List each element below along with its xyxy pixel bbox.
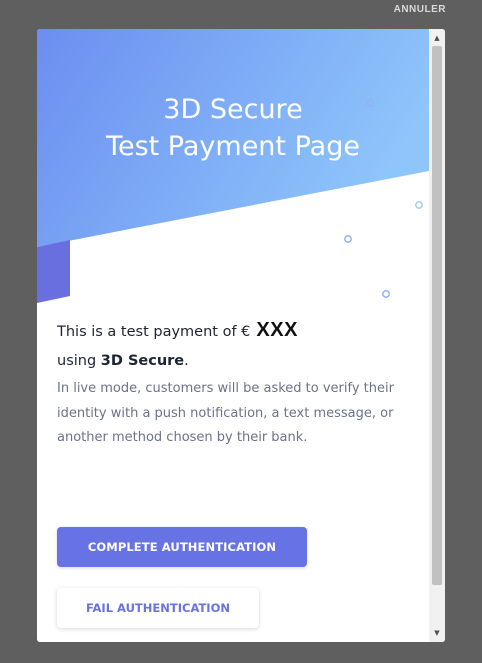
decor-circle: [344, 235, 352, 243]
payment-description: In live mode, customers will be asked to…: [57, 381, 394, 445]
scrollbar-thumb[interactable]: [432, 46, 442, 585]
page-title: 3D Secure Test Payment Page: [37, 91, 429, 165]
lead-suffix: .: [184, 353, 189, 369]
decor-circle: [382, 290, 390, 298]
payment-amount: XXX: [256, 319, 298, 341]
hero-banner: 3D Secure Test Payment Page: [37, 29, 445, 329]
complete-authentication-button[interactable]: COMPLETE AUTHENTICATION: [57, 527, 307, 567]
scroll-down-arrow-icon[interactable]: ▼: [429, 626, 445, 640]
vertical-scrollbar[interactable]: ▲ ▼: [429, 29, 445, 642]
fail-authentication-button[interactable]: FAIL AUTHENTICATION: [57, 588, 259, 628]
decor-circle: [415, 201, 423, 209]
payment-summary: This is a test payment of € XXX using 3D …: [57, 316, 417, 376]
title-line-1: 3D Secure: [163, 94, 303, 125]
hero-background: [37, 29, 429, 303]
payment-info: This is a test payment of € XXX using 3D …: [57, 316, 417, 451]
payment-method: 3D Secure: [100, 353, 185, 369]
title-line-2: Test Payment Page: [106, 131, 360, 162]
payment-modal: 3D Secure Test Payment Page This is a te…: [37, 29, 445, 642]
lead-prefix: This is a test payment of €: [57, 324, 251, 340]
scroll-up-arrow-icon[interactable]: ▲: [429, 31, 445, 45]
hero-accent-stripe: [37, 240, 70, 303]
cancel-link[interactable]: ANNULER: [394, 4, 446, 15]
lead-using: using: [57, 353, 101, 369]
modal-overlay: ANNULER 3D Secure Test Payment Page This…: [0, 0, 482, 663]
